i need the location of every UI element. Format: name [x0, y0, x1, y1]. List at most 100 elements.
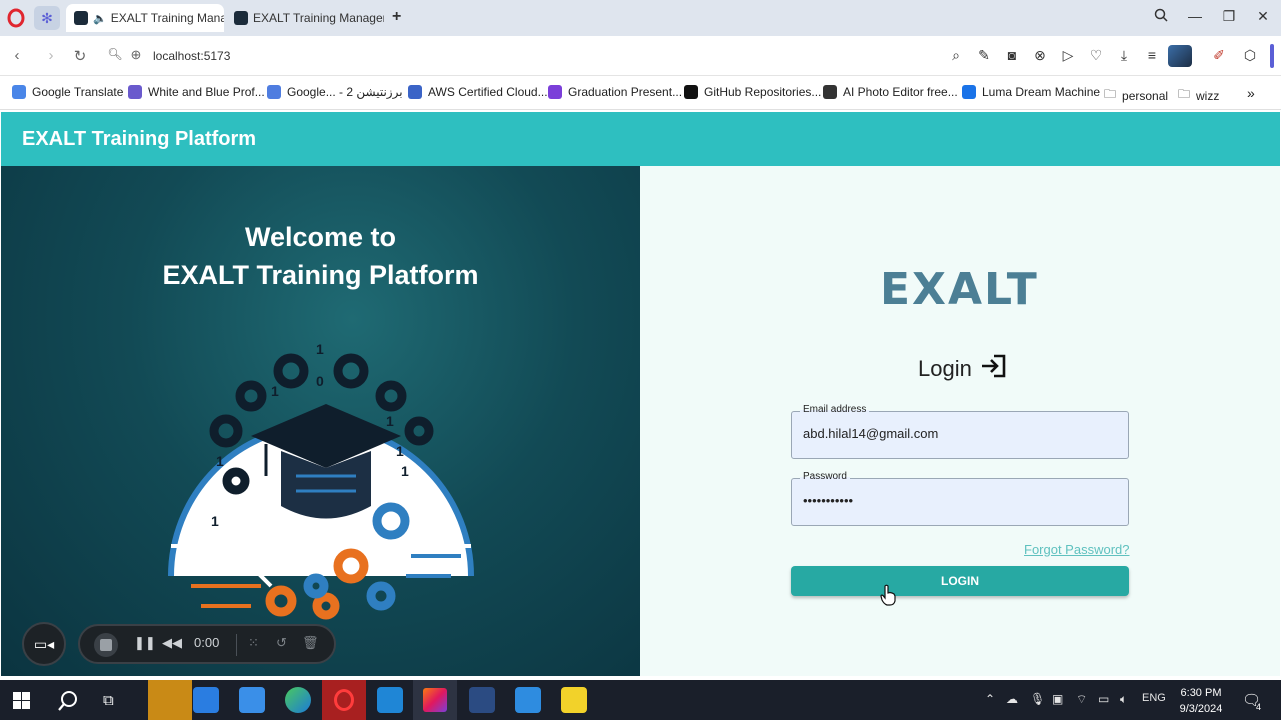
camera-icon[interactable]: ◙ [1003, 47, 1021, 63]
bookmark-folder[interactable]: 🗀 personal [1104, 85, 1168, 106]
sidebar-indicator [1270, 44, 1274, 68]
bookmark-item[interactable]: Google... - 2 برزنتيشن [267, 85, 403, 99]
bookmark-favicon-icon [684, 85, 698, 99]
folder-icon: 🗀 [1104, 87, 1117, 101]
profile-avatar[interactable] [1168, 45, 1192, 67]
system-clock[interactable]: 6:30 PM 9/3/2024 [1178, 685, 1224, 717]
tray-chevron-icon[interactable]: ⌃ [985, 692, 995, 706]
menu-icon[interactable]: ≡ [1143, 47, 1161, 63]
adblock-icon[interactable]: ⊗ [1031, 47, 1049, 64]
email-input[interactable] [803, 426, 1113, 441]
divider [236, 634, 237, 656]
workspace-icon[interactable]: ✻ [34, 6, 60, 30]
back-icon[interactable]: ‹ [8, 47, 26, 64]
tab-exalt-1[interactable]: 🔈 EXALT Training Manag [66, 4, 224, 32]
intellij-taskbar-icon[interactable] [413, 680, 457, 720]
camera-toggle-button[interactable]: ▭◂ [22, 622, 66, 666]
browser-tab-strip: ✻ 🔈 EXALT Training Manag EXALT Training … [0, 0, 1281, 36]
more-bookmarks-icon[interactable]: » [1247, 85, 1255, 101]
password-input[interactable] [803, 493, 1113, 508]
battery-icon[interactable]: ▭ [1098, 692, 1109, 706]
bookmark-item[interactable]: Graduation Present... [548, 85, 682, 99]
close-icon[interactable]: ✕ [1253, 8, 1273, 25]
rewind-icon[interactable]: ◀◀ [162, 635, 182, 651]
download-icon[interactable]: ⤓ [1115, 47, 1133, 64]
grid-icon[interactable]: ⁙ [248, 635, 259, 651]
tab-favicon-icon [74, 11, 88, 25]
windows-taskbar: ⧉ ⌃ ☁ 🎙︎ ▣ ⌔ ▭ 🔈︎ ENG 6:30 PM 9/3/2024 🗨… [0, 680, 1281, 720]
password-field[interactable]: Password [791, 471, 1129, 526]
heart-icon[interactable]: ♡ [1087, 47, 1105, 64]
trash-icon[interactable]: 🗑︎ [302, 635, 319, 651]
hand-cursor-icon [880, 584, 896, 606]
bookmark-item[interactable]: Luma Dream Machine [962, 85, 1100, 99]
display-icon[interactable]: ▣ [1052, 692, 1063, 706]
wifi-icon[interactable]: ⌔ [1076, 692, 1087, 707]
bookmark-favicon-icon [408, 85, 422, 99]
app-header: EXALT Training Platform [1, 112, 1280, 166]
restore-icon[interactable]: ❐ [1219, 8, 1239, 25]
edge-icon[interactable] [285, 687, 311, 713]
tab-exalt-2[interactable]: EXALT Training Manageme [226, 4, 384, 32]
bookmark-favicon-icon [962, 85, 976, 99]
email-field[interactable]: Email address [791, 404, 1129, 459]
welcome-heading: Welcome to EXALT Training Platform [1, 218, 640, 294]
svg-text:1: 1 [396, 443, 404, 459]
opera-taskbar-icon[interactable] [322, 680, 366, 720]
search-icon[interactable] [57, 690, 79, 717]
file-explorer-icon[interactable] [148, 680, 192, 720]
forward-icon[interactable]: › [42, 47, 60, 64]
windows-start-icon[interactable] [13, 692, 30, 714]
bookmark-item[interactable]: AWS Certified Cloud... [408, 85, 548, 99]
clock-date: 9/3/2024 [1179, 703, 1223, 715]
photos-icon[interactable] [515, 687, 541, 713]
graduation-cap-emblem: 10 11 11 11 [168, 341, 474, 620]
svg-text:1: 1 [386, 413, 394, 429]
bookmark-item[interactable]: White and Blue Prof... [128, 85, 265, 99]
cube-icon[interactable]: ⬡ [1241, 47, 1259, 64]
language-indicator[interactable]: ENG [1142, 692, 1166, 704]
bookmark-folder[interactable]: 🗀 wizz [1178, 85, 1219, 106]
onedrive-icon[interactable]: ☁ [1006, 692, 1018, 706]
store-icon[interactable] [193, 687, 219, 713]
pause-icon[interactable]: ❚❚ [134, 635, 156, 651]
vscode-icon[interactable] [377, 687, 403, 713]
restart-icon[interactable]: ↺ [276, 635, 287, 651]
clock-time: 6:30 PM [1180, 687, 1222, 699]
pen-icon[interactable]: ✐ [1210, 47, 1228, 64]
svg-text:1: 1 [401, 463, 409, 479]
new-tab-icon[interactable]: + [392, 8, 401, 26]
bookmark-item[interactable]: Google Translate [12, 85, 123, 99]
intellij-logo-icon [423, 688, 447, 712]
speaker-icon[interactable]: 🔈 [93, 12, 107, 25]
search-tabs-icon[interactable] [1151, 8, 1171, 25]
bookmark-favicon-icon [267, 85, 281, 99]
login-button[interactable]: LOGIN [791, 566, 1129, 596]
site-search-icon[interactable]: 🔍︎ [106, 47, 124, 61]
edit-icon[interactable]: ✎ [975, 47, 993, 64]
play-icon[interactable]: ▷ [1059, 47, 1077, 64]
microphone-icon[interactable]: 🎙︎ [1030, 692, 1045, 706]
mail-icon[interactable] [239, 687, 265, 713]
mysql-workbench-icon[interactable] [469, 687, 495, 713]
url-field[interactable]: localhost:5173 [153, 49, 230, 63]
volume-icon[interactable]: 🔈︎ [1120, 692, 1127, 707]
welcome-line-1: Welcome to [244, 222, 397, 252]
opera-logo-icon[interactable] [7, 8, 25, 28]
sticky-notes-icon[interactable] [561, 687, 587, 713]
minimize-icon[interactable]: — [1185, 8, 1205, 24]
recorder-controls: ❚❚ ◀◀ 0:00 ⁙ ↺ 🗑︎ [78, 624, 336, 664]
welcome-panel: Welcome to EXALT Training Platform 10 11… [1, 166, 640, 676]
password-label: Password [800, 471, 850, 482]
reload-icon[interactable]: ↻ [71, 47, 89, 65]
bookmark-item[interactable]: GitHub Repositories... [684, 85, 821, 99]
bookmark-item[interactable]: AI Photo Editor free... [823, 85, 958, 99]
folder-icon: 🗀 [1178, 87, 1191, 101]
forgot-password-link[interactable]: Forgot Password? [1024, 542, 1130, 557]
stop-button[interactable] [94, 633, 118, 657]
notification-count: 4 [1256, 702, 1262, 712]
tab-title: EXALT Training Manag [110, 11, 224, 25]
task-view-icon[interactable]: ⧉ [103, 692, 114, 709]
welcome-line-2: EXALT Training Platform [162, 260, 479, 290]
find-icon[interactable]: ⌕ [947, 47, 965, 64]
